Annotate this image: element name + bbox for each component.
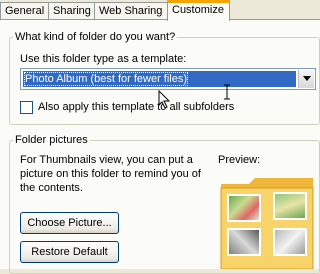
tab-general[interactable]: General	[0, 2, 49, 20]
tab-general-label: General	[5, 5, 45, 17]
apply-subfolders-label[interactable]: Also apply this template to all subfolde…	[38, 101, 234, 113]
template-prompt: Use this folder type as a template:	[20, 53, 187, 65]
restore-default-button[interactable]: Restore Default	[20, 241, 119, 263]
tab-sharing[interactable]: Sharing	[48, 2, 95, 20]
apply-subfolders-checkbox[interactable]	[20, 101, 33, 114]
folder-preview	[219, 176, 315, 269]
photo-thumbnail	[227, 194, 261, 222]
tab-strip: General Sharing Web Sharing Customize	[0, 0, 320, 21]
preview-label: Preview:	[218, 154, 261, 166]
folder-type-legend: What kind of folder do you want?	[15, 31, 176, 43]
description-line-1: For Thumbnails view, you can put a	[20, 154, 193, 166]
photo-thumbnail	[273, 192, 307, 220]
folder-template-value: Photo Album (best for fewer files)	[23, 71, 296, 87]
choose-picture-button[interactable]: Choose Picture...	[20, 212, 119, 234]
folder-template-selected-text: Photo Album (best for fewer files)	[23, 72, 189, 86]
photo-thumbnail	[273, 228, 307, 256]
tab-customize-label: Customize	[172, 4, 224, 16]
photo-thumbnail	[227, 228, 261, 256]
tab-web-sharing-label: Web Sharing	[99, 5, 163, 17]
text-cursor-icon	[224, 84, 230, 100]
tab-sharing-label: Sharing	[53, 5, 91, 17]
tab-customize[interactable]: Customize	[167, 0, 230, 21]
description-line-3: the contents.	[20, 182, 83, 194]
tab-web-sharing[interactable]: Web Sharing	[94, 2, 168, 20]
mouse-pointer-icon	[158, 90, 171, 109]
dropdown-arrow-button[interactable]	[298, 70, 314, 88]
chevron-down-icon	[303, 76, 311, 81]
description-line-2: picture on this folder to remind you of	[20, 168, 201, 180]
folder-template-select[interactable]: Photo Album (best for fewer files)	[20, 68, 316, 90]
folder-pictures-legend: Folder pictures	[15, 134, 88, 146]
